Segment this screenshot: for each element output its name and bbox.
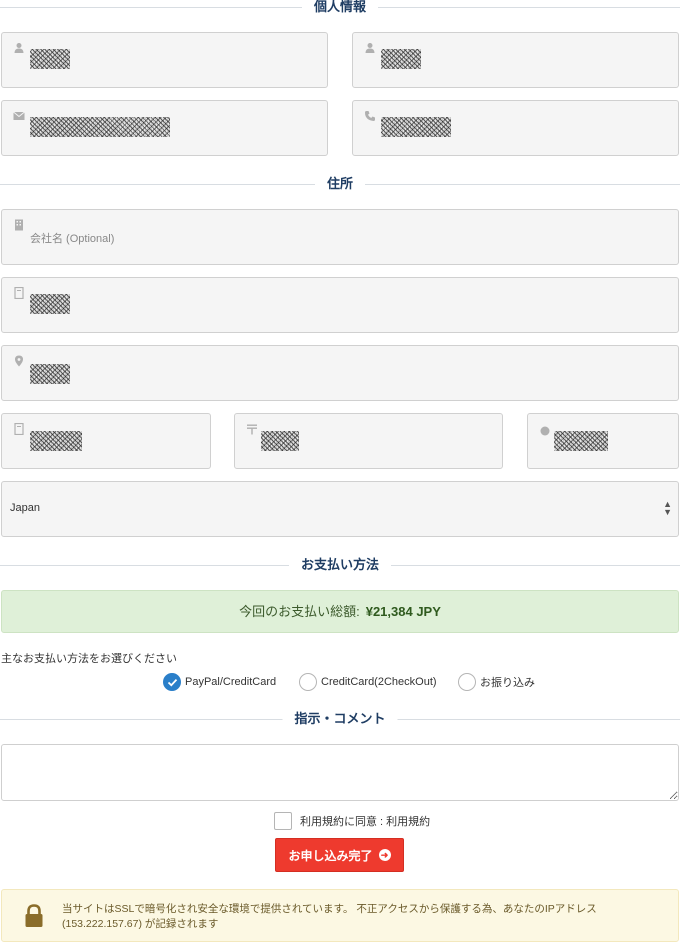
payment-option-bank-transfer[interactable]: お振り込み bbox=[458, 672, 535, 692]
street-address-field[interactable] bbox=[1, 345, 679, 401]
section-divider-payment: お支払い方法 bbox=[0, 556, 680, 574]
payment-option-label: PayPal/CreditCard bbox=[185, 676, 277, 688]
phone-field[interactable] bbox=[352, 100, 679, 156]
building-icon bbox=[13, 287, 25, 299]
section-divider-comment: 指示・コメント bbox=[0, 710, 680, 728]
comment-textarea[interactable] bbox=[1, 744, 679, 801]
total-amount: ¥21,384 JPY bbox=[365, 604, 441, 619]
envelope-icon bbox=[13, 110, 25, 122]
terms-label: 利用規約に同意 : 利用規約 bbox=[300, 816, 431, 828]
terms-agreement[interactable]: 利用規約に同意 : 利用規約 bbox=[274, 812, 430, 830]
prefecture-value-redacted bbox=[554, 431, 608, 451]
ssl-notice: 当サイトはSSLで暗号化され安全な環境で提供されています。 不正アクセスから保護… bbox=[1, 889, 679, 942]
radio-unchecked[interactable] bbox=[299, 673, 317, 691]
section-title-address: 住所 bbox=[314, 175, 366, 193]
country-selected-value: Japan bbox=[10, 502, 40, 514]
address-line-field[interactable] bbox=[1, 277, 679, 333]
select-arrows-icon: ▲ ▼ bbox=[663, 499, 672, 517]
submit-order-button[interactable]: お申し込み完了 ➜ bbox=[275, 838, 404, 872]
payment-option-label: CreditCard(2CheckOut) bbox=[321, 676, 437, 688]
total-label: 今回のお支払い総額: bbox=[239, 604, 360, 619]
section-divider-personal: 個人情報 bbox=[0, 0, 680, 16]
payment-option-paypal[interactable]: PayPal/CreditCard bbox=[163, 672, 276, 692]
submit-label: お申し込み完了 bbox=[288, 848, 373, 863]
phone-icon bbox=[364, 110, 376, 122]
section-divider-address: 住所 bbox=[0, 175, 680, 193]
section-title-comment: 指示・コメント bbox=[282, 710, 398, 728]
building-icon bbox=[13, 423, 25, 435]
email-value-redacted bbox=[30, 117, 170, 137]
ssl-notice-text: 当サイトはSSLで暗号化され安全な環境で提供されています。 不正アクセスから保護… bbox=[62, 903, 597, 930]
street-address-value-redacted bbox=[30, 364, 70, 384]
lock-icon bbox=[24, 904, 44, 933]
country-select[interactable]: Japan ▲ ▼ bbox=[1, 481, 679, 537]
first-name-value-redacted bbox=[30, 49, 70, 69]
radio-checked[interactable] bbox=[163, 673, 181, 691]
user-icon bbox=[364, 42, 376, 54]
postal-code-value-redacted bbox=[261, 431, 299, 451]
circle-icon bbox=[539, 425, 551, 437]
payment-method-prompt: 主なお支払い方法をお選びください bbox=[1, 653, 177, 665]
address-line-value-redacted bbox=[30, 294, 70, 314]
last-name-field[interactable] bbox=[352, 32, 679, 88]
terms-checkbox[interactable] bbox=[274, 812, 292, 830]
payment-total-box: 今回のお支払い総額: ¥21,384 JPY bbox=[1, 590, 679, 633]
map-marker-icon bbox=[13, 355, 25, 367]
prefecture-field[interactable] bbox=[527, 413, 679, 469]
email-field[interactable] bbox=[1, 100, 328, 156]
payment-option-label: お振り込み bbox=[480, 677, 535, 689]
section-title-personal: 個人情報 bbox=[301, 0, 379, 16]
radio-unchecked[interactable] bbox=[458, 673, 476, 691]
arrow-circle-right-icon: ➜ bbox=[378, 849, 391, 861]
phone-value-redacted bbox=[381, 117, 451, 137]
last-name-value-redacted bbox=[381, 49, 421, 69]
building-icon bbox=[13, 219, 25, 231]
section-title-payment: お支払い方法 bbox=[288, 556, 392, 574]
payment-option-2checkout[interactable]: CreditCard(2CheckOut) bbox=[299, 672, 437, 692]
company-placeholder: 会社名 (Optional) bbox=[30, 233, 115, 245]
postal-code-field[interactable] bbox=[234, 413, 503, 469]
company-field[interactable]: 会社名 (Optional) bbox=[1, 209, 679, 265]
city-value-redacted bbox=[30, 431, 82, 451]
first-name-field[interactable] bbox=[1, 32, 328, 88]
user-icon bbox=[13, 42, 25, 54]
postal-icon bbox=[246, 423, 258, 435]
check-icon bbox=[167, 678, 178, 687]
city-field[interactable] bbox=[1, 413, 211, 469]
